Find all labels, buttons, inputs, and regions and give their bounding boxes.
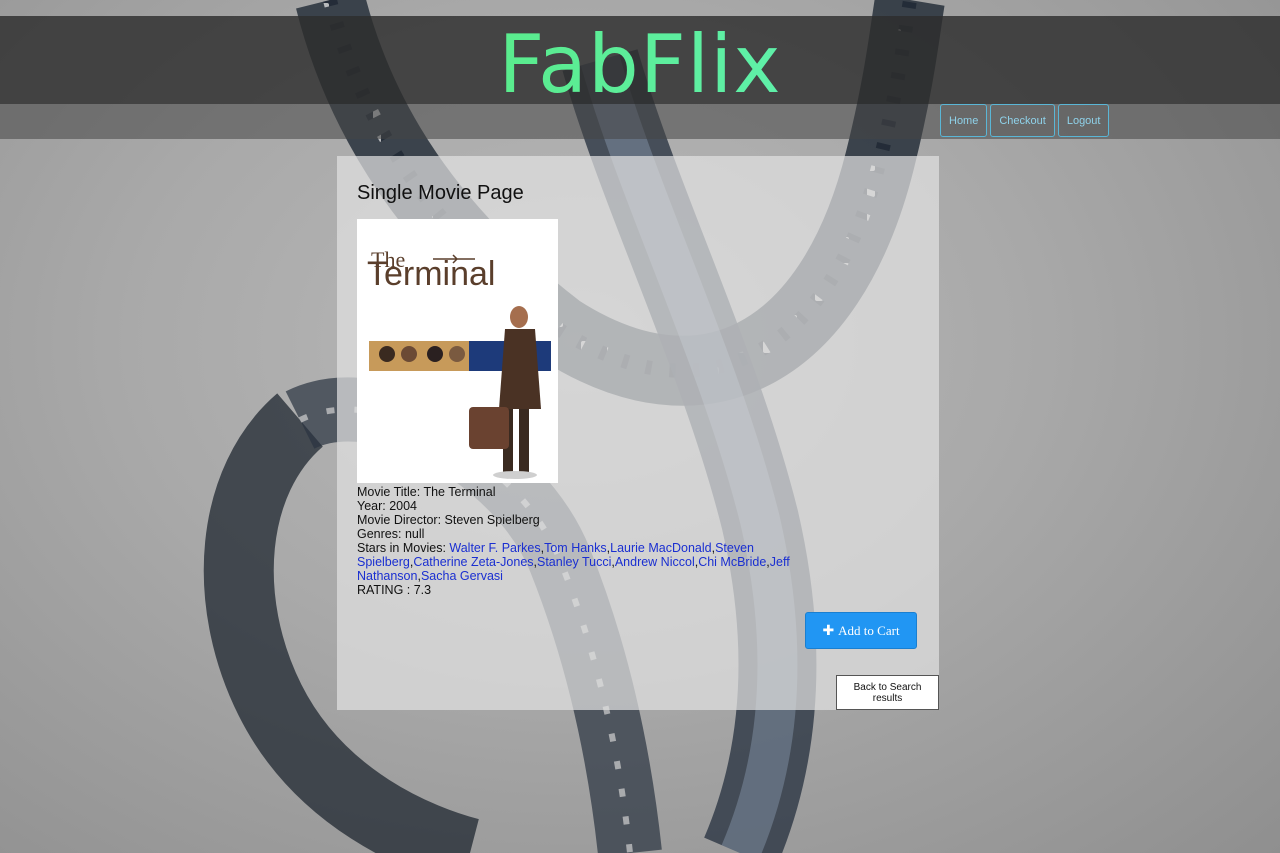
rating-row: RATING : 7.3 — [357, 583, 857, 597]
star-link[interactable]: Catherine Zeta-Jones — [413, 555, 533, 569]
poster-image: The Terminal — [357, 219, 558, 483]
genres-row: Genres: null — [357, 527, 857, 541]
checkout-button[interactable]: Checkout — [990, 104, 1055, 137]
year-value: 2004 — [389, 499, 418, 513]
star-link[interactable]: Sacha Gervasi — [421, 569, 503, 583]
star-link[interactable]: Tom Hanks — [544, 541, 607, 555]
movie-title-value: The Terminal — [423, 485, 496, 499]
director-value: Steven Spielberg — [444, 513, 540, 527]
add-to-cart-label: Add to Cart — [838, 622, 900, 638]
poster-title-main: Terminal — [367, 255, 495, 293]
star-link[interactable]: Andrew Niccol — [615, 555, 695, 569]
stars-row: Stars in Movies: Walter F. Parkes,Tom Ha… — [357, 541, 790, 583]
back-to-search-button[interactable]: Back to Search results — [836, 675, 939, 710]
year-row: Year: 2004 — [357, 499, 857, 513]
plus-icon: ✚ — [822, 622, 835, 639]
add-to-cart-button[interactable]: ✚ Add to Cart — [805, 612, 917, 649]
movie-title-row: Movie Title: The Terminal — [357, 485, 857, 499]
movie-title-label: Movie Title: — [357, 485, 424, 499]
home-button[interactable]: Home — [940, 104, 988, 137]
movie-poster: The Terminal — [357, 219, 558, 483]
star-link[interactable]: Laurie MacDonald — [610, 541, 711, 555]
rating-label: RATING : — [357, 583, 414, 597]
year-label: Year: — [357, 499, 390, 513]
genres-label: Genres: — [357, 527, 405, 541]
stars-label: Stars in Movies: — [357, 541, 450, 555]
top-nav: Home Checkout Logout — [940, 104, 1110, 137]
rating-value: 7.3 — [413, 583, 432, 597]
page-title: Single Movie Page — [357, 182, 524, 204]
logout-button[interactable]: Logout — [1057, 104, 1110, 137]
movie-panel: Single Movie Page The Terminal Movie Tit… — [337, 156, 939, 710]
genres-value: null — [404, 527, 425, 541]
star-link[interactable]: Walter F. Parkes — [449, 541, 540, 555]
director-row: Movie Director: Steven Spielberg — [357, 513, 857, 527]
site-logo[interactable]: FabFlix — [0, 20, 1280, 110]
movie-details: Movie Title: The Terminal Year: 2004 Mov… — [357, 485, 857, 597]
star-link[interactable]: Chi McBride — [698, 555, 766, 569]
star-link[interactable]: Stanley Tucci — [537, 555, 611, 569]
director-label: Movie Director: — [357, 513, 445, 527]
